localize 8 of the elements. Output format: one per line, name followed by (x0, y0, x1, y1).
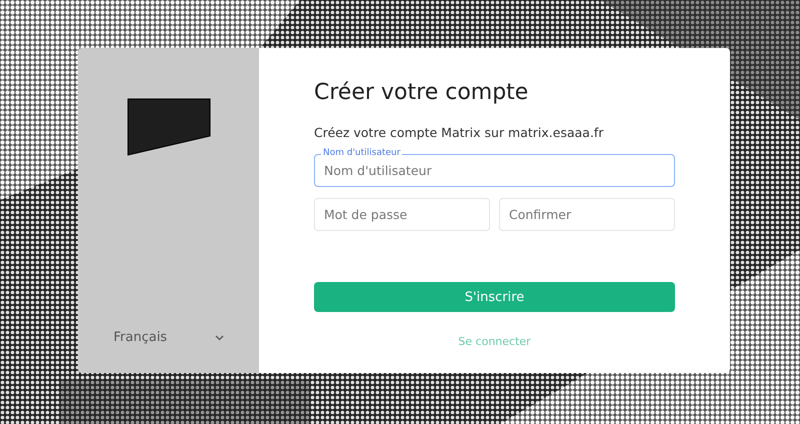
form-title: Créer votre compte (314, 80, 530, 105)
form-subtitle: Créez votre compte Matrix sur matrix.esaaa.fr (314, 125, 604, 140)
login-link[interactable]: Se connecter (458, 335, 531, 348)
register-button[interactable]: S'inscrire (314, 282, 675, 312)
chevron-down-icon (214, 334, 224, 340)
logo-icon (126, 98, 210, 156)
input-field[interactable]: Nom d'utilisateur (314, 154, 675, 187)
language-dropdown[interactable]: Français (114, 330, 224, 345)
